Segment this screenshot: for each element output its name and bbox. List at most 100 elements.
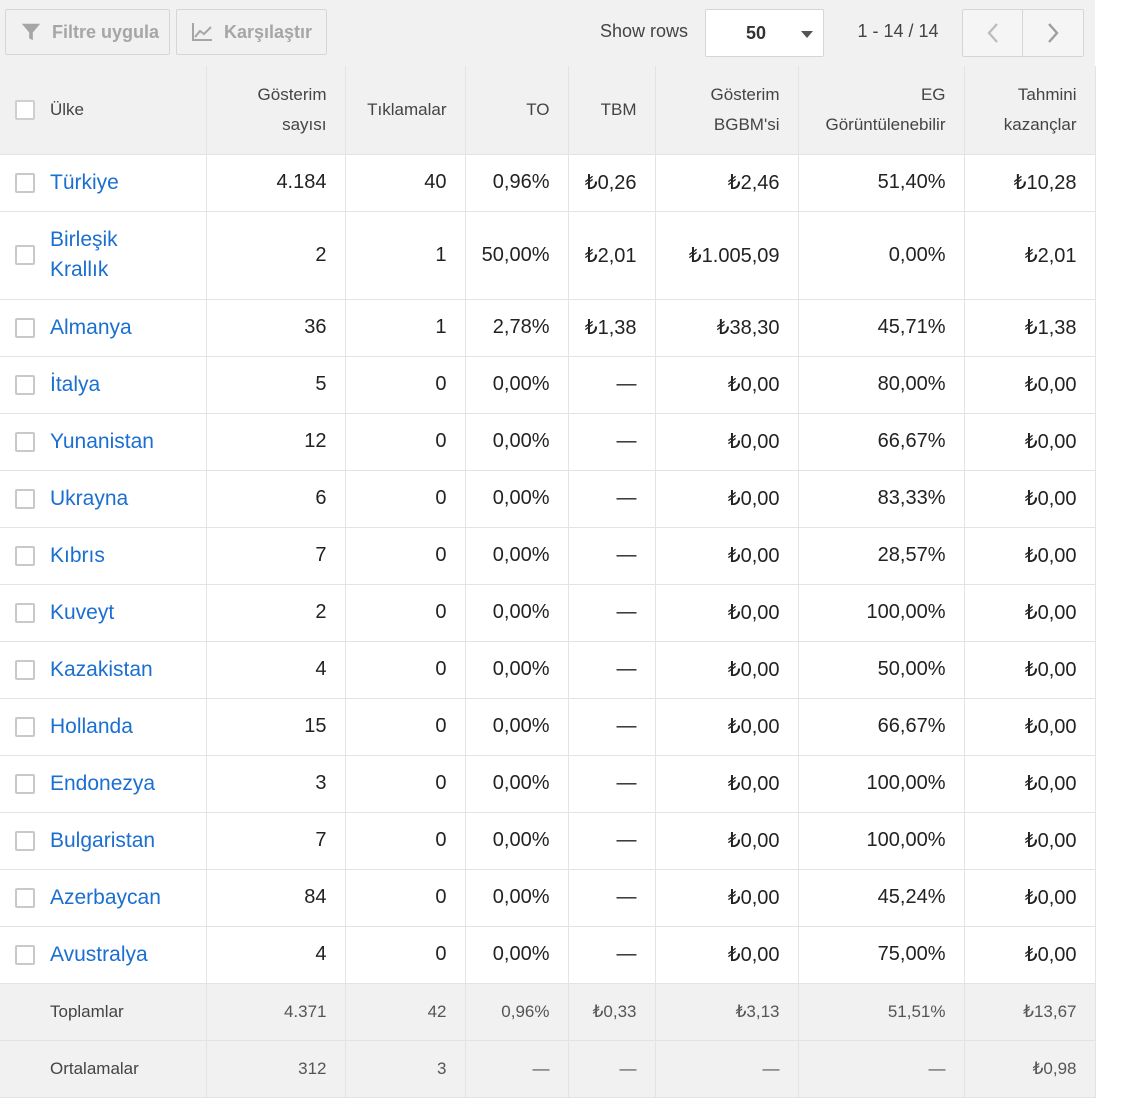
rows-per-page-select[interactable]: 50 bbox=[705, 9, 824, 57]
ctr-cell: 0,00% bbox=[465, 869, 569, 927]
header-country[interactable]: Ülke bbox=[50, 66, 207, 155]
next-page-button[interactable] bbox=[1023, 9, 1084, 57]
header-ctr[interactable]: TO bbox=[465, 66, 569, 155]
cpc-cell: — bbox=[568, 698, 656, 756]
rpm-cell: ₺0,00 bbox=[655, 926, 799, 984]
country-link[interactable]: Hollanda bbox=[50, 715, 133, 738]
clicks-cell: 0 bbox=[345, 698, 466, 756]
select-all-checkbox[interactable] bbox=[15, 100, 35, 121]
row-select-cell bbox=[0, 470, 50, 528]
country-cell: Endonezya bbox=[50, 755, 207, 813]
row-checkbox[interactable] bbox=[15, 830, 35, 851]
totals-impressions: 4.371 bbox=[206, 983, 346, 1041]
caret-down-icon bbox=[801, 31, 813, 38]
impressions-cell: 36 bbox=[206, 299, 346, 357]
impressions-cell: 7 bbox=[206, 812, 346, 870]
rpm-cell: ₺0,00 bbox=[655, 527, 799, 585]
row-checkbox[interactable] bbox=[15, 887, 35, 908]
table-row: Birleşik Krallık 2 1 50,00% ₺2,01 ₺1.005,… bbox=[0, 211, 1096, 300]
header-impressions[interactable]: Gösterim sayısı bbox=[206, 66, 346, 155]
country-link[interactable]: Endonezya bbox=[50, 772, 155, 795]
earnings-cell: ₺0,00 bbox=[964, 527, 1096, 585]
earnings-cell: ₺0,00 bbox=[964, 812, 1096, 870]
totals-spacer bbox=[0, 983, 50, 1041]
impressions-cell: 84 bbox=[206, 869, 346, 927]
row-checkbox[interactable] bbox=[15, 374, 35, 395]
country-link[interactable]: Yunanistan bbox=[50, 430, 154, 453]
totals-rpm: ₺3,13 bbox=[655, 983, 799, 1041]
rpm-cell: ₺2,46 bbox=[655, 154, 799, 212]
impressions-cell: 15 bbox=[206, 698, 346, 756]
row-checkbox[interactable] bbox=[15, 317, 35, 338]
ctr-cell: 0,00% bbox=[465, 584, 569, 642]
header-impression-rpm[interactable]: Gösterim BGBM'si bbox=[655, 66, 799, 155]
row-checkbox[interactable] bbox=[15, 773, 35, 794]
header-active-view-viewable[interactable]: EG Görüntülenebilir bbox=[798, 66, 965, 155]
header-clicks[interactable]: Tıklamalar bbox=[345, 66, 466, 155]
totals-viewable: 51,51% bbox=[798, 983, 965, 1041]
country-link[interactable]: Kazakistan bbox=[50, 658, 153, 681]
row-checkbox[interactable] bbox=[15, 545, 35, 566]
compare-button[interactable]: Karşılaştır bbox=[176, 9, 327, 55]
country-cell: İtalya bbox=[50, 356, 207, 414]
row-checkbox[interactable] bbox=[15, 716, 35, 737]
row-checkbox[interactable] bbox=[15, 245, 35, 266]
earnings-cell: ₺2,01 bbox=[964, 211, 1096, 300]
averages-label: Ortalamalar bbox=[50, 1040, 207, 1098]
table-row: Kıbrıs 7 0 0,00% — ₺0,00 28,57% ₺0,00 bbox=[0, 527, 1096, 585]
table-row: Türkiye 4.184 40 0,96% ₺0,26 ₺2,46 51,40… bbox=[0, 154, 1096, 212]
row-select-cell bbox=[0, 755, 50, 813]
country-cell: Avustralya bbox=[50, 926, 207, 984]
row-select-cell bbox=[0, 356, 50, 414]
country-link[interactable]: Kuveyt bbox=[50, 601, 114, 624]
table-row: Bulgaristan 7 0 0,00% — ₺0,00 100,00% ₺0… bbox=[0, 812, 1096, 870]
table-row: Kuveyt 2 0 0,00% — ₺0,00 100,00% ₺0,00 bbox=[0, 584, 1096, 642]
country-link[interactable]: Ukrayna bbox=[50, 487, 128, 510]
country-link[interactable]: Avustralya bbox=[50, 943, 148, 966]
averages-ctr: — bbox=[465, 1040, 569, 1098]
header-cpc[interactable]: TBM bbox=[568, 66, 656, 155]
country-link[interactable]: Birleşik Krallık bbox=[50, 228, 118, 281]
previous-page-button[interactable] bbox=[962, 9, 1023, 57]
country-link[interactable]: Azerbaycan bbox=[50, 886, 161, 909]
table-row: Almanya 36 1 2,78% ₺1,38 ₺38,30 45,71% ₺… bbox=[0, 299, 1096, 357]
totals-clicks: 42 bbox=[345, 983, 466, 1041]
averages-rpm: — bbox=[655, 1040, 799, 1098]
country-link[interactable]: Almanya bbox=[50, 316, 132, 339]
clicks-cell: 0 bbox=[345, 470, 466, 528]
table-header-row: Ülke Gösterim sayısı Tıklamalar TO TBM Gö… bbox=[0, 66, 1096, 155]
averages-spacer bbox=[0, 1040, 50, 1098]
header-estimated-earnings[interactable]: Tahmini kazançlar bbox=[964, 66, 1096, 155]
row-select-cell bbox=[0, 211, 50, 300]
cpc-cell: ₺2,01 bbox=[568, 211, 656, 300]
cpc-cell: — bbox=[568, 584, 656, 642]
apply-filter-button[interactable]: Filtre uygula bbox=[5, 9, 170, 55]
country-link[interactable]: Kıbrıs bbox=[50, 544, 105, 567]
cpc-cell: — bbox=[568, 812, 656, 870]
rpm-cell: ₺38,30 bbox=[655, 299, 799, 357]
row-checkbox[interactable] bbox=[15, 944, 35, 965]
row-checkbox[interactable] bbox=[15, 602, 35, 623]
averages-earnings: ₺0,98 bbox=[964, 1040, 1096, 1098]
country-cell: Kuveyt bbox=[50, 584, 207, 642]
ctr-cell: 50,00% bbox=[465, 211, 569, 300]
country-link[interactable]: İtalya bbox=[50, 373, 100, 396]
country-cell: Hollanda bbox=[50, 698, 207, 756]
row-select-cell bbox=[0, 641, 50, 699]
clicks-cell: 0 bbox=[345, 926, 466, 984]
row-select-cell bbox=[0, 527, 50, 585]
row-checkbox[interactable] bbox=[15, 659, 35, 680]
rpm-cell: ₺0,00 bbox=[655, 812, 799, 870]
averages-cpc: — bbox=[568, 1040, 656, 1098]
row-select-cell bbox=[0, 584, 50, 642]
row-checkbox[interactable] bbox=[15, 488, 35, 509]
ctr-cell: 0,00% bbox=[465, 812, 569, 870]
row-checkbox[interactable] bbox=[15, 431, 35, 452]
country-link[interactable]: Bulgaristan bbox=[50, 829, 155, 852]
show-rows-label: Show rows bbox=[599, 21, 688, 41]
row-select-cell bbox=[0, 698, 50, 756]
country-cell: Kazakistan bbox=[50, 641, 207, 699]
row-checkbox[interactable] bbox=[15, 172, 35, 193]
country-link[interactable]: Türkiye bbox=[50, 171, 119, 194]
row-select-cell bbox=[0, 413, 50, 471]
